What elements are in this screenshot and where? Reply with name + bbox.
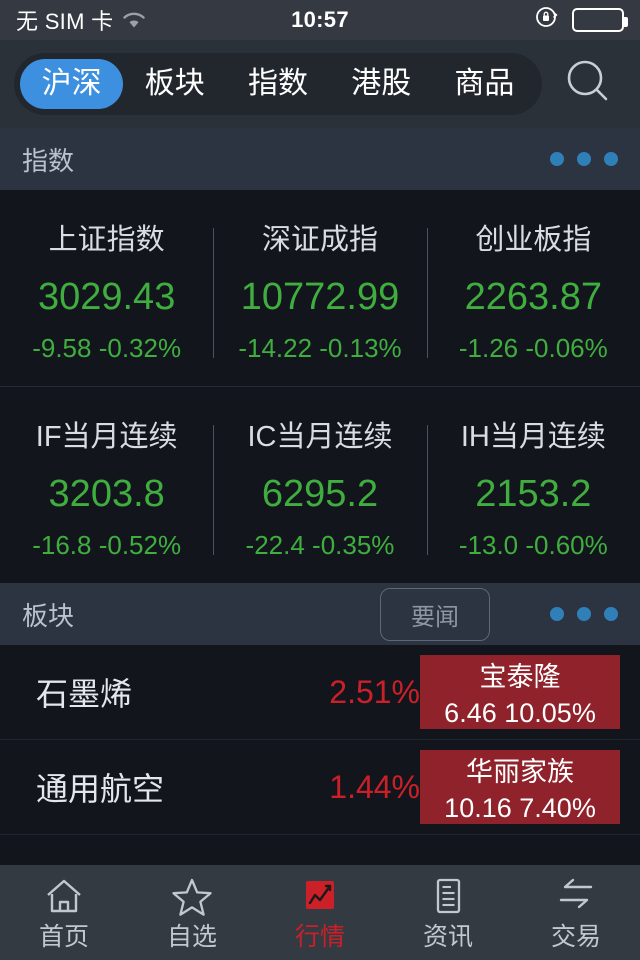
index-change: -1.26 -0.06% [458, 333, 608, 363]
exchange-arrows-icon [555, 875, 597, 917]
nav-item-quotes[interactable]: 行情 [256, 875, 384, 950]
sector-change-pct: 2.51% [329, 673, 420, 710]
index-value: 2153.2 [475, 473, 592, 515]
lead-stock-card[interactable]: 宝泰隆 6.46 10.05% [420, 655, 620, 729]
lead-stock-name: 华丽家族 [466, 757, 574, 787]
chart-icon [299, 875, 341, 917]
carrier-label: 无 SIM 卡 [16, 9, 114, 34]
nav-item-news[interactable]: 资讯 [384, 875, 512, 950]
index-name: IC当月连续 [247, 421, 393, 453]
search-button[interactable] [542, 55, 634, 114]
tab-group: 沪深 板块 指数 港股 商品 [14, 53, 542, 115]
index-cell-ih[interactable]: IH当月连续 2153.2 -13.0 -0.60% [426, 413, 640, 561]
nav-label: 资讯 [422, 923, 473, 951]
sector-more-icon[interactable] [550, 607, 618, 621]
status-bar: 无 SIM 卡 10:57 [0, 0, 640, 40]
bottom-nav-bar: 首页 自选 行情 资讯 交易 [0, 865, 640, 960]
lead-stock-figures: 10.16 7.40% [444, 793, 596, 823]
lead-stock-figures: 6.46 10.05% [444, 698, 596, 728]
status-bar-right [534, 4, 628, 36]
index-section-title: 指数 [22, 145, 75, 176]
sector-row[interactable]: 石墨烯 2.51% 宝泰隆 6.46 10.05% [0, 645, 640, 740]
index-change: -22.4 -0.35% [245, 530, 395, 560]
index-cell-if[interactable]: IF当月连续 3203.8 -16.8 -0.52% [0, 413, 213, 561]
tab-ganggu[interactable]: 港股 [330, 59, 433, 109]
index-name: 创业板指 [475, 224, 592, 256]
tab-bankuai[interactable]: 板块 [123, 59, 226, 109]
sector-name: 通用航空 [36, 771, 165, 807]
nav-item-trade[interactable]: 交易 [512, 875, 640, 950]
app-screen: 无 SIM 卡 10:57 沪深 板块 指数 港股 商品 指数 上证指数 302… [0, 0, 640, 960]
index-cell-shanghai[interactable]: 上证指数 3029.43 -9.58 -0.32% [0, 216, 213, 364]
tab-hushen[interactable]: 沪深 [20, 59, 124, 109]
index-change: -9.58 -0.32% [32, 333, 182, 363]
index-change: -13.0 -0.60% [458, 530, 608, 560]
nav-label: 自选 [166, 923, 217, 951]
top-tab-bar: 沪深 板块 指数 港股 商品 [0, 40, 640, 128]
sector-section-title: 板块 [22, 600, 75, 631]
index-value: 3029.43 [37, 276, 176, 318]
sector-section-header: 板块 要闻 [0, 583, 640, 645]
lead-stock-name: 宝泰隆 [479, 662, 561, 692]
nav-label: 首页 [38, 923, 89, 951]
index-name: 上证指数 [48, 224, 165, 256]
home-icon [43, 875, 85, 917]
nav-item-home[interactable]: 首页 [0, 875, 128, 950]
index-cell-ic[interactable]: IC当月连续 6295.2 -22.4 -0.35% [213, 413, 426, 561]
star-icon [171, 875, 213, 917]
news-button[interactable]: 要闻 [380, 587, 490, 641]
index-more-icon[interactable] [550, 152, 618, 166]
index-row: IF当月连续 3203.8 -16.8 -0.52% IC当月连续 6295.2… [0, 386, 640, 583]
nav-label: 交易 [550, 923, 601, 951]
index-panel: 上证指数 3029.43 -9.58 -0.32% 深证成指 10772.99 … [0, 190, 640, 583]
sector-change-pct: 1.44% [329, 768, 420, 805]
index-change: -16.8 -0.52% [32, 530, 182, 560]
status-bar-left: 无 SIM 卡 [16, 4, 147, 36]
index-name: IH当月连续 [460, 421, 606, 453]
lead-stock-card[interactable]: 华丽家族 10.16 7.40% [420, 750, 620, 824]
nav-item-watchlist[interactable]: 自选 [128, 875, 256, 950]
index-row: 上证指数 3029.43 -9.58 -0.32% 深证成指 10772.99 … [0, 190, 640, 386]
sector-list: 石墨烯 2.51% 宝泰隆 6.46 10.05% 通用航空 1.44% 华丽家… [0, 645, 640, 835]
rotation-lock-icon [534, 4, 560, 36]
nav-label: 行情 [294, 923, 345, 951]
index-change: -14.22 -0.13% [238, 333, 402, 363]
tab-shangpin[interactable]: 商品 [433, 59, 536, 109]
wifi-icon [121, 10, 147, 30]
search-icon [561, 55, 615, 114]
index-value: 3203.8 [48, 473, 165, 515]
document-icon [427, 875, 469, 917]
index-name: 深证成指 [261, 224, 378, 256]
index-value: 2263.87 [464, 276, 602, 318]
index-value: 6295.2 [261, 473, 379, 515]
battery-icon [572, 8, 628, 32]
sector-name: 石墨烯 [36, 676, 133, 712]
sector-row[interactable]: 通用航空 1.44% 华丽家族 10.16 7.40% [0, 740, 640, 835]
index-cell-chinext[interactable]: 创业板指 2263.87 -1.26 -0.06% [426, 216, 640, 364]
tab-zhishu[interactable]: 指数 [226, 59, 329, 109]
index-cell-shenzhen[interactable]: 深证成指 10772.99 -14.22 -0.13% [213, 216, 426, 364]
index-name: IF当月连续 [35, 421, 178, 453]
index-section-header: 指数 [0, 128, 640, 190]
index-value: 10772.99 [240, 276, 400, 318]
